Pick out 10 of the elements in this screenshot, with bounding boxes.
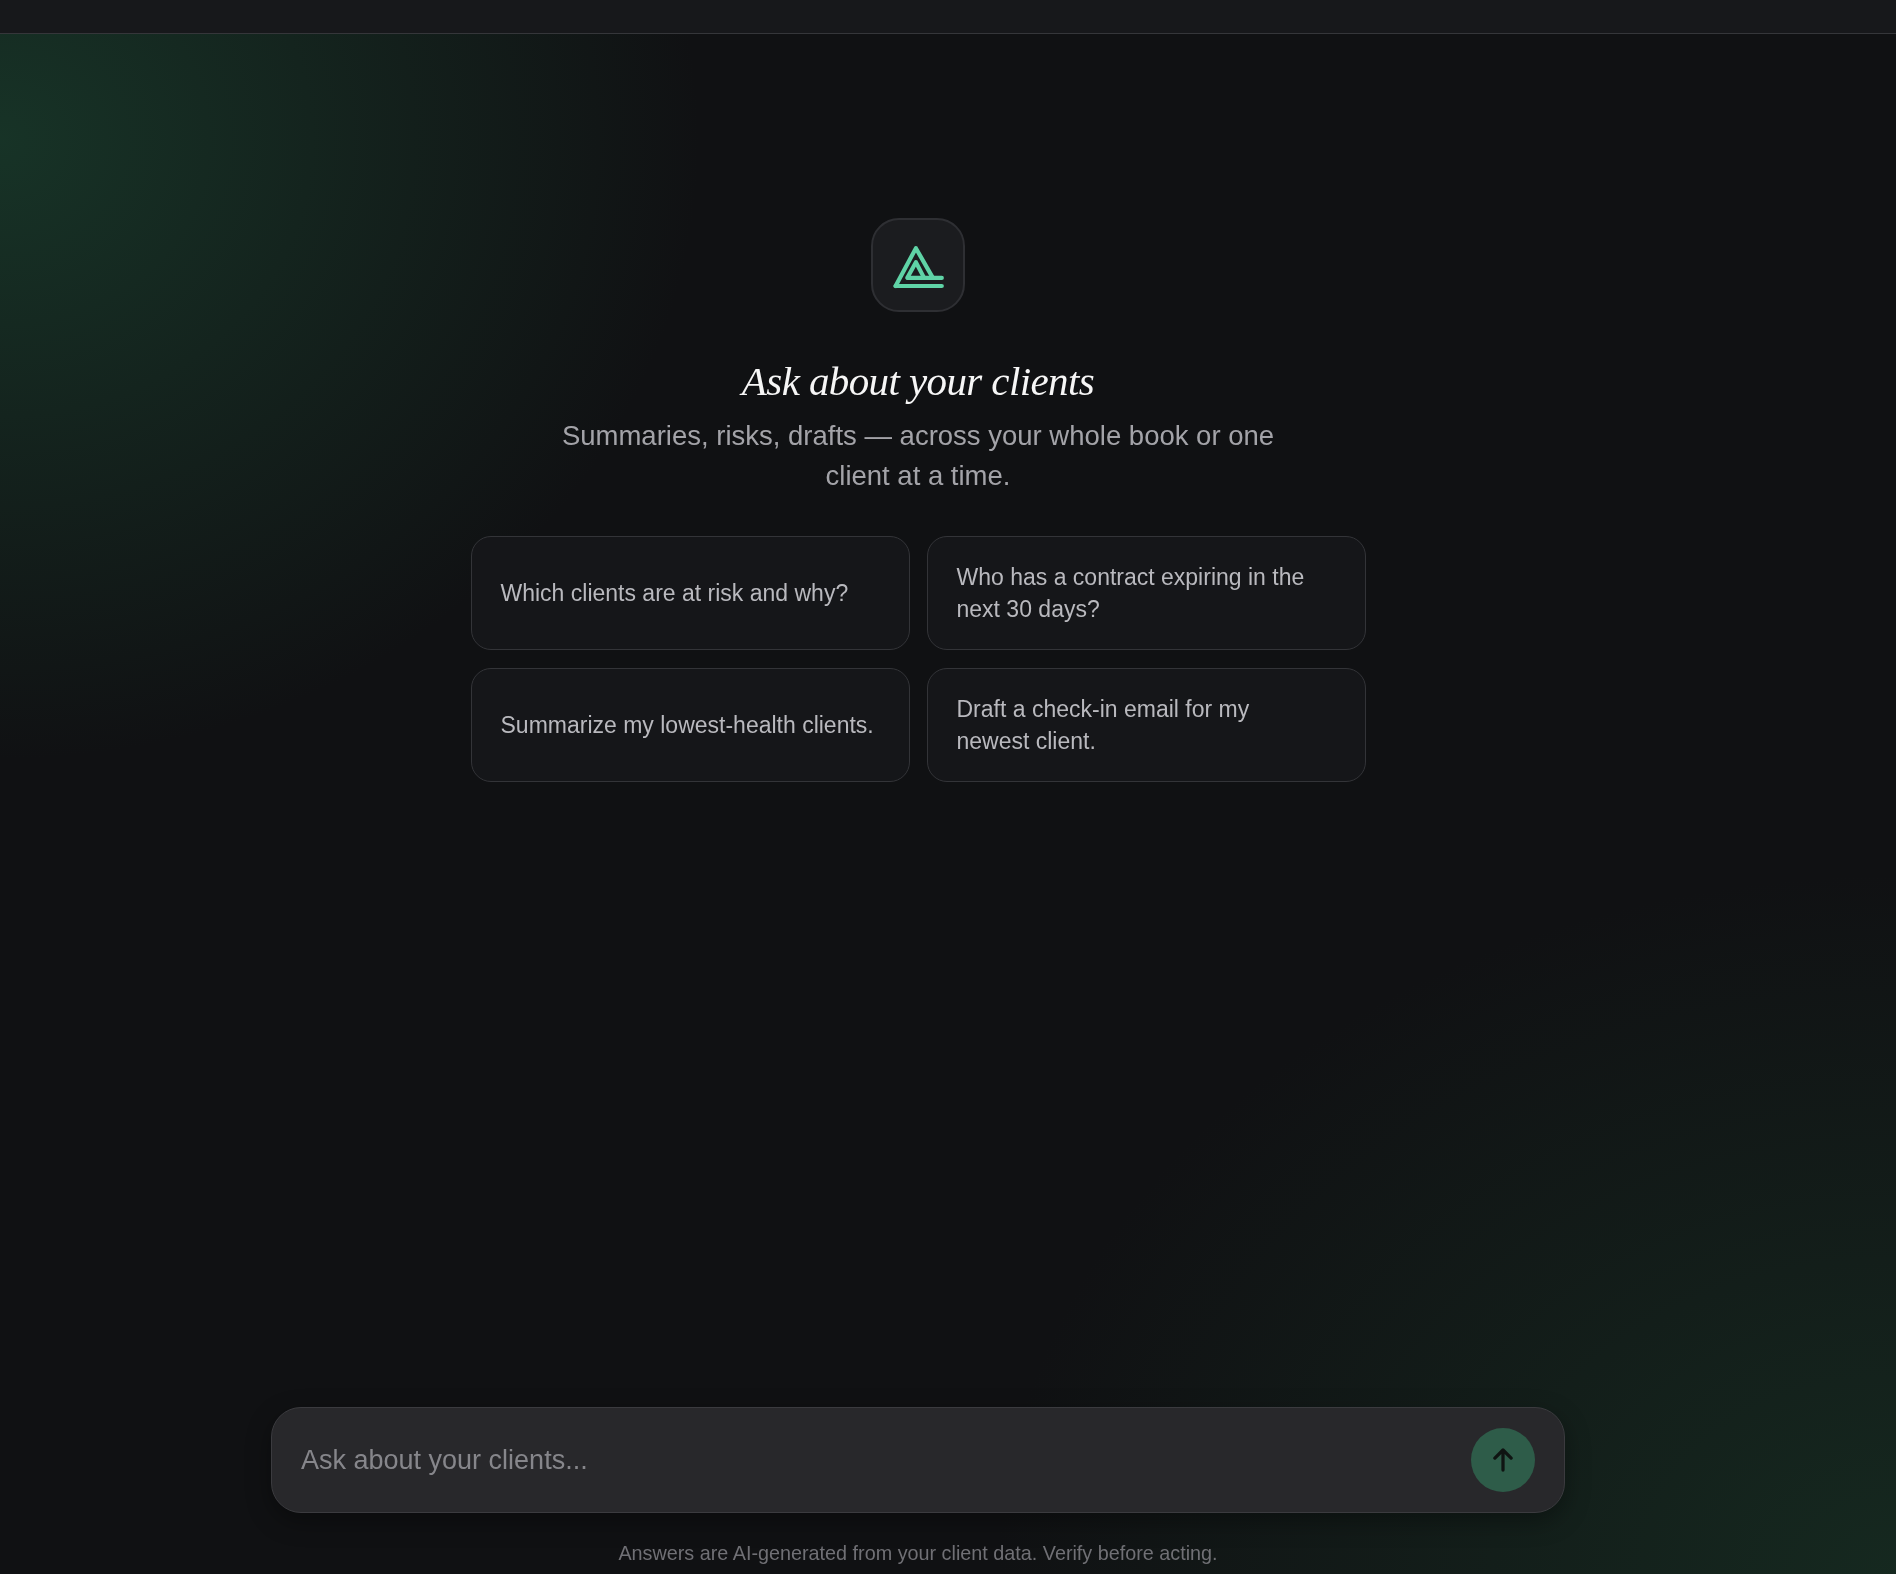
arrow-up-icon: [1493, 1448, 1513, 1472]
message-input[interactable]: Ask about your clients...: [271, 1407, 1565, 1513]
suggestion-button[interactable]: Draft a check-in email for my newest client.: [926, 668, 1366, 782]
suggestion-button[interactable]: Which clients are at risk and why?: [470, 536, 910, 650]
subtitle-text: Summaries, risks, drafts — across your whole book or one client at a time.: [560, 419, 1276, 493]
suggestion-button[interactable]: Who has a contract expiring in the next 30 days?: [926, 536, 1366, 650]
triangle-logo-icon: [871, 218, 965, 312]
suggestion-button[interactable]: Summarize my lowest-health clients.: [470, 668, 910, 782]
disclaimer-text: Answers are AI-generated from your client data. Verify before acting.: [618, 1541, 1218, 1566]
page-heading: Ask about your clients: [741, 357, 1095, 406]
